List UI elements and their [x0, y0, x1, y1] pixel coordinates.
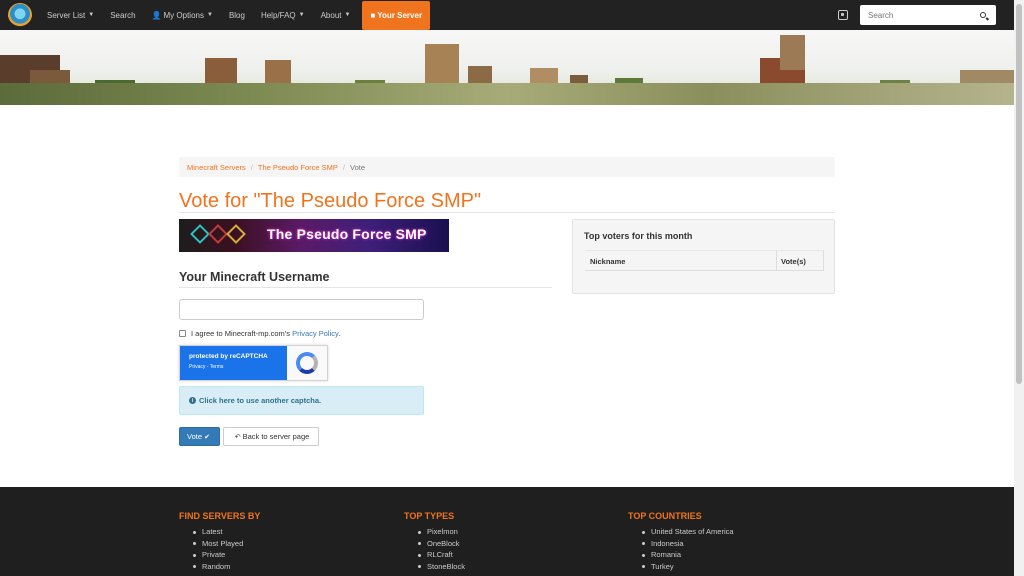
agree-suffix: . [338, 329, 341, 338]
footer-link[interactable]: Private [193, 549, 260, 561]
nav-about[interactable]: About ▼ [313, 0, 359, 30]
search-button[interactable] [972, 5, 994, 25]
scrollbar-thumb[interactable] [1016, 4, 1022, 384]
title-divider [179, 212, 835, 213]
nav-my-options-label: My Options [163, 10, 204, 20]
breadcrumb-link-minecraft-servers[interactable]: Minecraft Servers [187, 163, 246, 172]
column-header-votes: Vote(s) [777, 251, 824, 270]
top-voters-title: Top voters for this month [584, 231, 693, 241]
breadcrumb: Minecraft Servers / The Pseudo Force SMP… [179, 157, 835, 177]
footer-link[interactable]: OneBlock [418, 538, 465, 550]
footer-link[interactable]: RLCraft [418, 549, 465, 561]
footer-link[interactable]: Latest [193, 526, 260, 538]
nav-help-faq-label: Help/FAQ [260, 10, 296, 20]
nav-server-list[interactable]: Server List ▼ [39, 0, 102, 30]
page-title: Vote for "The Pseudo Force SMP" [179, 190, 482, 212]
recaptcha-privacy-terms-links[interactable]: Privacy - Terms [189, 364, 287, 370]
footer-heading: FIND SERVERS BY [179, 511, 261, 521]
footer-column-top-types: TOP TYPES Pixelmon OneBlock RLCraft Ston… [404, 511, 465, 572]
search-input[interactable] [860, 6, 972, 24]
footer-column-find-servers: FIND SERVERS BY Latest Most Played Priva… [179, 511, 260, 572]
agree-text: I agree to Minecraft-mp.com's [191, 329, 290, 338]
username-input[interactable] [179, 299, 424, 320]
nav-my-options[interactable]: 👤 My Options ▼ [144, 0, 221, 30]
search-icon [980, 12, 986, 18]
vote-button[interactable]: Vote ✔ [179, 427, 220, 446]
breadcrumb-link-server[interactable]: The Pseudo Force SMP [258, 163, 338, 172]
square-icon: ■ [370, 10, 376, 20]
footer-column-top-countries: TOP COUNTRIES United States of America I… [628, 511, 734, 572]
privacy-agree-row: I agree to Minecraft-mp.com's Privacy Po… [179, 329, 341, 338]
footer-link[interactable]: Turkey [642, 561, 734, 573]
footer-link[interactable]: United States of America [642, 526, 734, 538]
header-banner-image [0, 30, 1014, 105]
footer-list: Pixelmon OneBlock RLCraft StoneBlock [418, 526, 465, 572]
nav-help-faq[interactable]: Help/FAQ ▼ [253, 0, 313, 30]
user-icon: 👤 [151, 10, 162, 20]
recaptcha-label-area: protected by reCAPTCHA Privacy - Terms [180, 346, 287, 380]
nav-blog-label: Blog [228, 10, 245, 20]
server-banner-image: The Pseudo Force SMP [179, 219, 449, 252]
footer-heading: TOP TYPES [404, 511, 455, 521]
nav-search-label: Search [110, 10, 136, 20]
reply-arrow-icon: ↶ [234, 433, 241, 441]
caret-down-icon: ▼ [88, 12, 95, 18]
banner-decoration [187, 223, 257, 248]
recaptcha-widget[interactable]: protected by reCAPTCHA Privacy - Terms [179, 345, 328, 381]
vote-button-label: Vote [187, 432, 203, 441]
recaptcha-logo-icon [296, 352, 318, 374]
info-circle-icon: i [189, 397, 196, 404]
footer-list: Latest Most Played Private Random [193, 526, 260, 572]
nav-server-list-label: Server List [47, 10, 86, 20]
breadcrumb-separator: / [342, 162, 346, 172]
page-scrollbar[interactable] [1014, 0, 1024, 576]
footer: FIND SERVERS BY Latest Most Played Priva… [0, 487, 1014, 576]
top-voters-table-header: Nickname Vote(s) [585, 250, 824, 271]
recaptcha-logo-area [287, 346, 327, 380]
back-to-server-button[interactable]: ↶ Back to server page [223, 427, 319, 446]
footer-link[interactable]: StoneBlock [418, 561, 465, 573]
nav-your-server-label: Your Server [377, 10, 423, 20]
privacy-policy-link[interactable]: Privacy Policy [292, 329, 339, 338]
top-navbar: Server List ▼ Search 👤 My Options ▼ Blog He… [0, 0, 1014, 30]
server-banner-text: The Pseudo Force SMP [267, 226, 427, 242]
footer-link[interactable]: Indonesia [642, 538, 734, 550]
top-voters-panel: Top voters for this month Nickname Vote(… [572, 219, 835, 294]
column-header-nickname: Nickname [585, 251, 777, 270]
site-logo-icon[interactable] [8, 3, 32, 27]
footer-heading: TOP COUNTRIES [628, 511, 702, 521]
search-box [860, 5, 996, 25]
footer-link[interactable]: Pixelmon [418, 526, 465, 538]
footer-link[interactable]: Most Played [193, 538, 260, 550]
privacy-agree-checkbox[interactable] [179, 330, 186, 337]
breadcrumb-separator: / [250, 162, 253, 172]
caret-down-icon: ▼ [344, 12, 351, 18]
back-button-label: Back to server page [242, 432, 310, 441]
recaptcha-protected-text: protected by reCAPTCHA [189, 353, 268, 360]
section-divider [179, 287, 552, 288]
footer-link[interactable]: Romania [642, 549, 734, 561]
check-icon: ✔ [204, 433, 210, 441]
twitter-icon[interactable] [838, 10, 848, 20]
footer-link[interactable]: Random [193, 561, 260, 573]
alternate-captcha-alert[interactable]: i Click here to use another captcha. [179, 386, 424, 415]
username-section-title: Your Minecraft Username [179, 270, 330, 284]
caret-down-icon: ▼ [298, 12, 305, 18]
nav-about-label: About [320, 10, 342, 20]
nav-search[interactable]: Search [102, 0, 143, 30]
nav-your-server-button[interactable]: ■ Your Server [362, 0, 431, 30]
alternate-captcha-link[interactable]: Click here to use another captcha. [199, 396, 321, 405]
nav-blog[interactable]: Blog [221, 0, 253, 30]
footer-list: United States of America Indonesia Roman… [642, 526, 734, 572]
banner-ground [0, 83, 1014, 105]
breadcrumb-current: Vote [350, 162, 366, 172]
caret-down-icon: ▼ [206, 12, 213, 18]
